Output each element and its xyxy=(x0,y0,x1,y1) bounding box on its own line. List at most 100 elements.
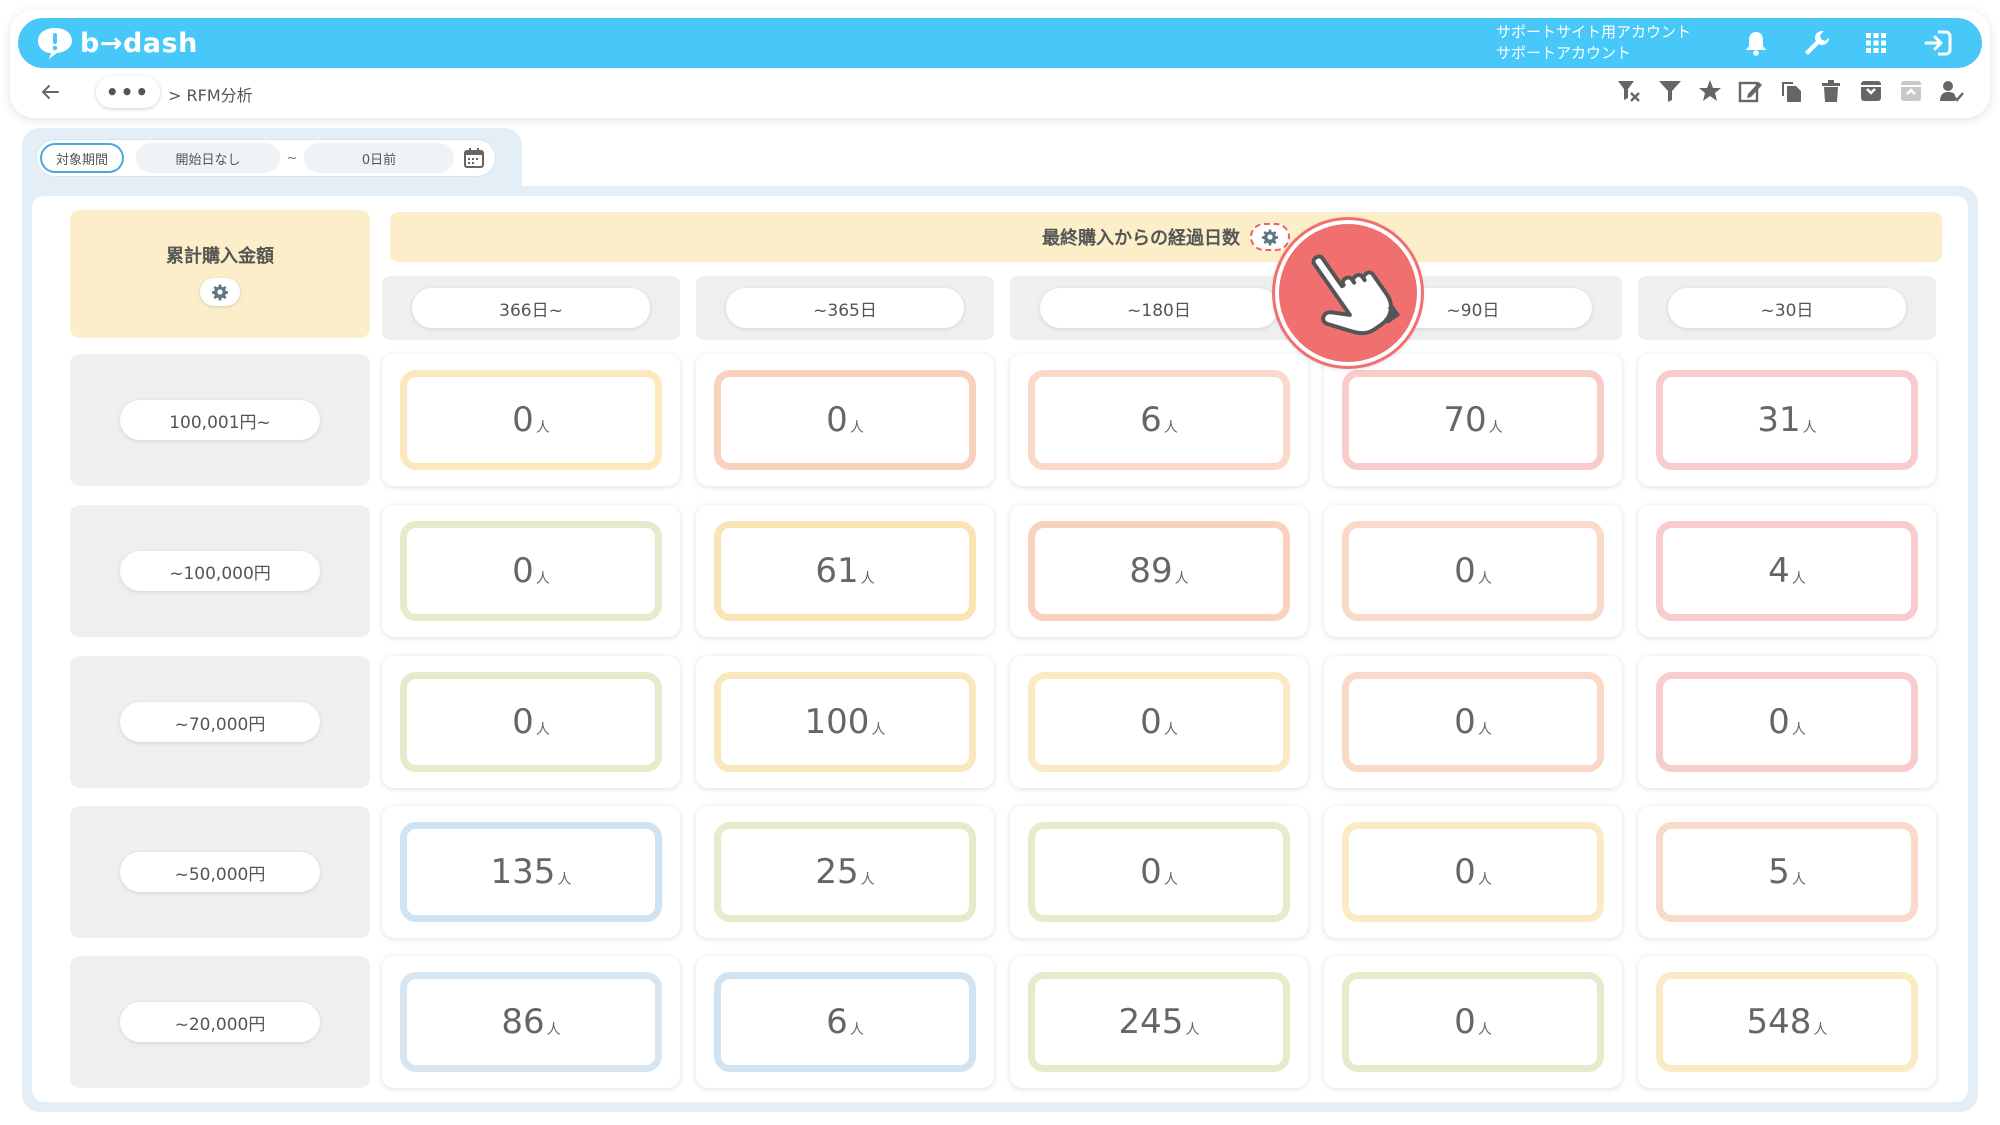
matrix-cell-frame: 0人 xyxy=(400,672,662,772)
copy-icon[interactable] xyxy=(1778,78,1804,104)
matrix-cell-frame: 70 人 xyxy=(1342,370,1604,470)
wrench-icon[interactable] xyxy=(1800,27,1832,59)
recency-axis-title: 最終購入からの経過日数 xyxy=(1042,228,1240,249)
matrix-cell-frame: 5人 xyxy=(1656,822,1918,922)
matrix-cell-frame: 0人 xyxy=(714,370,976,470)
logo-bubble-icon xyxy=(38,28,72,59)
column-header: ~30日 xyxy=(1638,276,1936,340)
monetary-axis-title: 累計購入金額 xyxy=(166,246,274,267)
star-icon[interactable] xyxy=(1697,78,1723,104)
matrix-cell[interactable]: 6人 xyxy=(1010,354,1308,486)
matrix-cell[interactable]: 135 人 xyxy=(382,806,680,938)
row-header-label: ~70,000円 xyxy=(120,702,320,742)
matrix-cell[interactable]: 0人 xyxy=(1324,505,1622,637)
app-logo[interactable]: b→dash xyxy=(36,24,198,62)
matrix-cell-frame: 31 人 xyxy=(1656,370,1918,470)
breadcrumb-current: > RFM分析 xyxy=(168,86,253,105)
matrix-cell-count: 86 xyxy=(501,1002,545,1042)
matrix-cell-unit: 人 xyxy=(1477,722,1492,738)
matrix-cell[interactable]: 61 人 xyxy=(696,505,994,637)
matrix-cell-unit: 人 xyxy=(860,571,875,587)
monetary-settings-button[interactable] xyxy=(200,278,240,306)
trash-icon[interactable] xyxy=(1818,78,1844,104)
monetary-axis-header: 累計購入金額 xyxy=(70,210,370,338)
matrix-cell[interactable]: 0人 xyxy=(1638,656,1936,788)
filter-clear-icon[interactable] xyxy=(1616,78,1642,104)
matrix-cell-unit: 人 xyxy=(535,722,550,738)
matrix-cell-unit: 人 xyxy=(535,420,550,436)
matrix-cell[interactable]: 0人 xyxy=(382,656,680,788)
matrix-cell-frame: 100 人 xyxy=(714,672,976,772)
matrix-cell-unit: 人 xyxy=(871,722,886,738)
bell-icon[interactable] xyxy=(1740,27,1772,59)
matrix-cell[interactable]: 0人 xyxy=(1324,656,1622,788)
filter-icon[interactable] xyxy=(1657,78,1683,104)
matrix-cell[interactable]: 89 人 xyxy=(1010,505,1308,637)
top-navigation-bar: b→dash サポートサイト用アカウント サポートアカウント xyxy=(18,18,1982,68)
matrix-cell-count: 0 xyxy=(1454,1002,1476,1042)
matrix-cell-frame: 0人 xyxy=(1656,672,1918,772)
column-header: 366日~ xyxy=(382,276,680,340)
matrix-cell[interactable]: 5人 xyxy=(1638,806,1936,938)
matrix-cell[interactable]: 100 人 xyxy=(696,656,994,788)
matrix-cell-frame: 6人 xyxy=(714,972,976,1072)
matrix-cell-frame: 0人 xyxy=(1342,822,1604,922)
matrix-cell-count: 6 xyxy=(826,1002,848,1042)
row-header-label: ~50,000円 xyxy=(120,852,320,892)
column-header-label: ~180日 xyxy=(1040,288,1278,328)
row-header: ~100,000円 xyxy=(70,505,370,637)
logout-icon[interactable] xyxy=(1922,27,1954,59)
matrix-cell-unit: 人 xyxy=(1477,1022,1492,1038)
matrix-cell-count: 0 xyxy=(1140,702,1162,742)
matrix-cell-frame: 0人 xyxy=(1342,521,1604,621)
matrix-cell-count: 0 xyxy=(1454,551,1476,591)
column-header-label: 366日~ xyxy=(412,288,650,328)
matrix-cell-frame: 89 人 xyxy=(1028,521,1290,621)
matrix-cell[interactable]: 4人 xyxy=(1638,505,1936,637)
matrix-cell-unit: 人 xyxy=(1802,420,1817,436)
matrix-cell[interactable]: 0人 xyxy=(382,505,680,637)
matrix-cell-count: 31 xyxy=(1757,400,1801,440)
matrix-cell[interactable]: 0人 xyxy=(696,354,994,486)
user-check-icon[interactable] xyxy=(1938,78,1964,104)
matrix-cell[interactable]: 0人 xyxy=(1324,806,1622,938)
matrix-cell-frame: 0人 xyxy=(400,370,662,470)
row-header: ~20,000円 xyxy=(70,956,370,1088)
matrix-cell-unit: 人 xyxy=(1163,722,1178,738)
row-header-label: 100,001円~ xyxy=(120,400,320,440)
breadcrumb-more-button[interactable]: ••• xyxy=(96,76,160,108)
matrix-cell-frame: 0人 xyxy=(1342,972,1604,1072)
matrix-cell[interactable]: 548 人 xyxy=(1638,956,1936,1088)
matrix-cell[interactable]: 245 人 xyxy=(1010,956,1308,1088)
app-grid-icon[interactable] xyxy=(1860,27,1892,59)
matrix-cell[interactable]: 31 人 xyxy=(1638,354,1936,486)
period-end-field[interactable]: 0日前 xyxy=(304,143,454,173)
period-filter-tab: 対象期間 開始日なし ~ 0日前 xyxy=(22,128,522,190)
row-header: 100,001円~ xyxy=(70,354,370,486)
matrix-cell-unit: 人 xyxy=(1813,1022,1828,1038)
matrix-cell[interactable]: 0人 xyxy=(1010,656,1308,788)
matrix-cell[interactable]: 86 人 xyxy=(382,956,680,1088)
back-arrow-icon[interactable] xyxy=(38,80,62,104)
edit-icon[interactable] xyxy=(1737,78,1763,104)
column-header-label: ~30日 xyxy=(1668,288,1906,328)
unarchive-icon[interactable] xyxy=(1898,78,1924,104)
matrix-cell[interactable]: 70 人 xyxy=(1324,354,1622,486)
recency-axis-header: 最終購入からの経過日数 xyxy=(390,212,1942,262)
matrix-cell-count: 61 xyxy=(815,551,859,591)
matrix-cell[interactable]: 6人 xyxy=(696,956,994,1088)
matrix-cell-count: 89 xyxy=(1129,551,1173,591)
matrix-cell[interactable]: 25 人 xyxy=(696,806,994,938)
matrix-cell[interactable]: 0人 xyxy=(1324,956,1622,1088)
row-header: ~50,000円 xyxy=(70,806,370,938)
matrix-cell-count: 0 xyxy=(512,551,534,591)
archive-icon[interactable] xyxy=(1858,78,1884,104)
matrix-cell-count: 0 xyxy=(1454,852,1476,892)
matrix-cell[interactable]: 0人 xyxy=(382,354,680,486)
period-start-field[interactable]: 開始日なし xyxy=(136,143,280,173)
matrix-cell-frame: 0人 xyxy=(1028,822,1290,922)
matrix-cell[interactable]: 0人 xyxy=(1010,806,1308,938)
account-info[interactable]: サポートサイト用アカウント サポートアカウント xyxy=(1496,22,1691,64)
matrix-cell-unit: 人 xyxy=(849,1022,864,1038)
calendar-icon[interactable] xyxy=(462,146,486,170)
